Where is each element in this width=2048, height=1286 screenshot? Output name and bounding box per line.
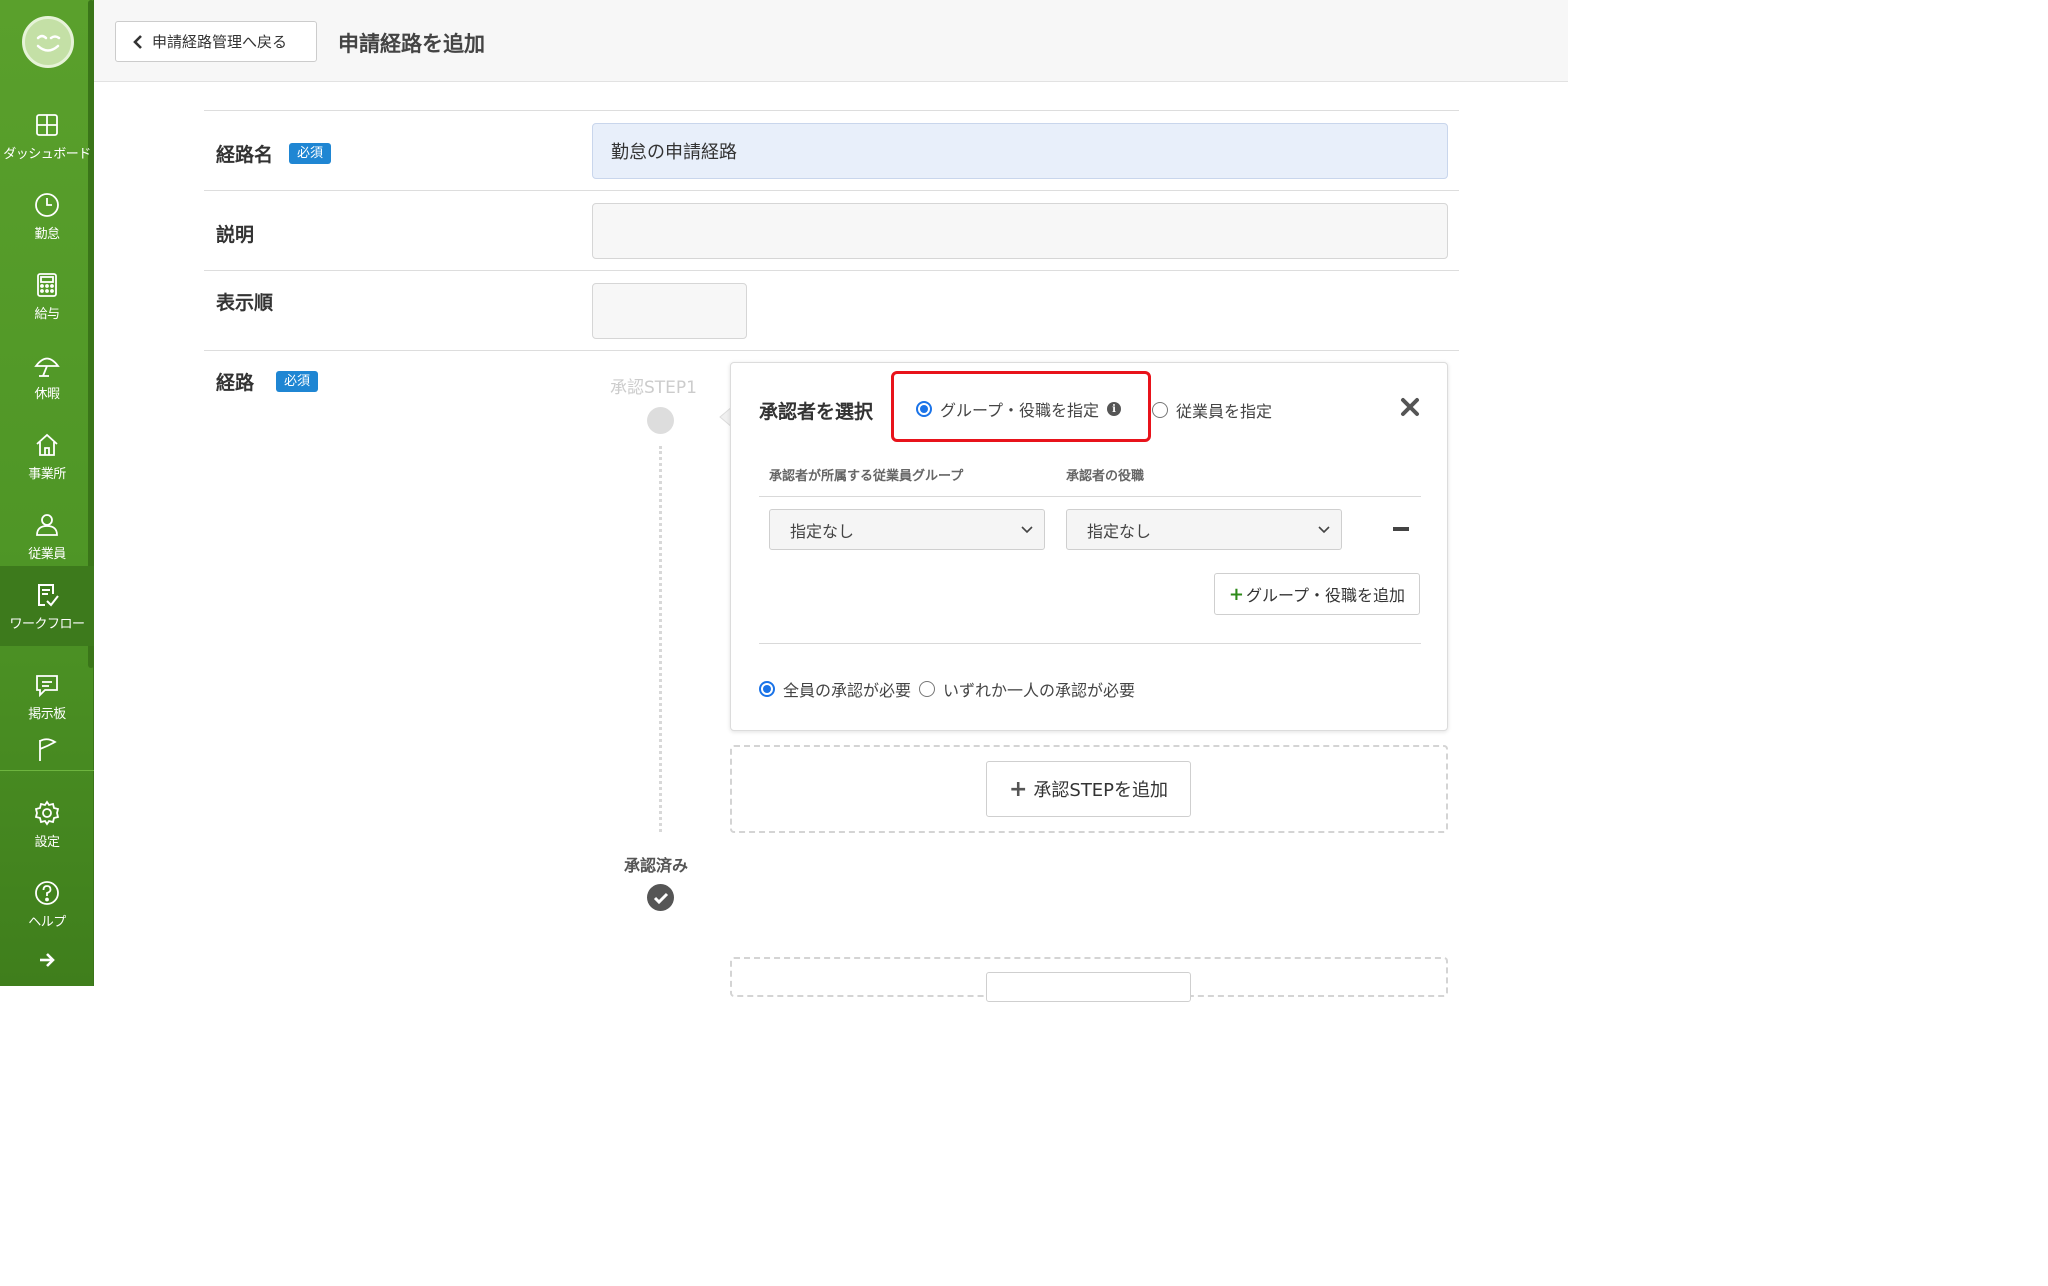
divider — [204, 110, 1459, 111]
required-badge: 必須 — [276, 371, 319, 392]
radio-approval-any[interactable]: いずれか一人の承認が必要 — [919, 677, 1135, 701]
sidebar-item-workflow[interactable]: ワークフロー — [0, 566, 94, 646]
step-connector — [659, 446, 662, 832]
page-title: 申請経路を追加 — [338, 32, 485, 56]
column-header-group: 承認者が所属する従業員グループ — [769, 469, 964, 484]
approver-card: 承認者を選択 グループ・役職を指定 i 従業員を指定 承認者が所属する従業員グル… — [730, 362, 1448, 731]
add-step-label: 承認STEPを追加 — [1033, 780, 1169, 801]
radio-indicator[interactable] — [916, 401, 932, 417]
radio-approval-all[interactable]: 全員の承認が必要 — [759, 677, 911, 701]
home-icon — [36, 433, 58, 456]
chevron-down-icon — [1021, 526, 1033, 534]
umbrella-icon — [34, 357, 60, 377]
display-order-input[interactable] — [592, 283, 747, 339]
group-select[interactable]: 指定なし — [769, 509, 1045, 550]
plus-icon: + — [1228, 583, 1245, 605]
sidebar-item-employees[interactable]: 従業員 — [0, 496, 94, 576]
group-select-value: 指定なし — [790, 521, 855, 541]
info-icon[interactable]: i — [1107, 402, 1122, 416]
description-label: 説明 — [216, 224, 255, 246]
arrow-right-icon — [40, 953, 55, 967]
dashboard-icon — [36, 113, 58, 136]
remove-row-button[interactable] — [1393, 527, 1409, 531]
next-step-button[interactable] — [986, 972, 1191, 1002]
divider — [759, 496, 1421, 497]
role-select-value: 指定なし — [1087, 521, 1152, 541]
person-icon — [36, 513, 58, 536]
route-label: 経路 — [216, 372, 255, 394]
radio-indicator[interactable] — [919, 681, 935, 697]
back-button[interactable]: 申請経路管理へ戻る — [115, 21, 317, 62]
help-icon — [35, 880, 59, 905]
approved-check-icon — [647, 884, 674, 911]
display-order-label: 表示順 — [216, 292, 274, 314]
divider — [759, 643, 1421, 644]
sidebar-item-label: ダッシュボード — [3, 146, 91, 162]
description-input[interactable] — [592, 203, 1448, 259]
sidebar-item-label: 休暇 — [34, 386, 60, 402]
radio-employee-label: 従業員を指定 — [1176, 402, 1273, 421]
radio-indicator[interactable] — [759, 681, 775, 697]
chat-icon — [36, 674, 58, 697]
calculator-icon — [37, 272, 57, 297]
page-header: 申請経路管理へ戻る 申請経路を追加 — [94, 0, 1568, 82]
back-button-label: 申請経路管理へ戻る — [152, 33, 288, 51]
chevron-down-icon — [1318, 526, 1330, 534]
sidebar-divider — [0, 770, 94, 771]
divider — [204, 190, 1459, 191]
sidebar-item-label: ワークフロー — [9, 616, 85, 632]
sidebar-item-label: 従業員 — [28, 546, 66, 562]
plus-icon: + — [1008, 776, 1028, 802]
route-name-label: 経路名 — [216, 144, 274, 166]
sidebar-item-payroll[interactable]: 給与 — [0, 256, 94, 336]
expand-sidebar-button[interactable] — [0, 940, 94, 980]
sidebar-item-office[interactable]: 事業所 — [0, 416, 94, 496]
add-group-role-label: グループ・役職を追加 — [1246, 586, 1406, 605]
radio-group-role[interactable]: グループ・役職を指定 i — [916, 397, 1122, 421]
sidebar: ダッシュボード 勤怠 給与 休暇 事業所 従業員 ワークフロー 掲示板 設定 ヘ… — [0, 0, 94, 986]
sidebar-item-leave[interactable]: 休暇 — [0, 336, 94, 416]
sidebar-item-label: 事業所 — [28, 466, 66, 482]
workflow-icon — [38, 583, 59, 607]
divider — [204, 350, 1459, 351]
sidebar-item-flag[interactable] — [0, 722, 94, 782]
clock-icon — [35, 192, 59, 217]
add-group-role-button[interactable]: + グループ・役職を追加 — [1214, 573, 1420, 615]
sidebar-item-label: 掲示板 — [28, 706, 66, 722]
radio-approval-any-label: いずれか一人の承認が必要 — [943, 681, 1136, 700]
chevron-left-icon — [133, 34, 142, 49]
sidebar-item-label: 給与 — [34, 306, 60, 322]
sidebar-item-label: 設定 — [34, 834, 60, 850]
radio-approval-all-label: 全員の承認が必要 — [783, 681, 912, 700]
step-dot — [647, 407, 674, 434]
sidebar-item-help[interactable]: ヘルプ — [0, 864, 94, 944]
approved-label: 承認済み — [624, 856, 689, 875]
step-label: 承認STEP1 — [610, 378, 697, 398]
radio-group-role-label: グループ・役職を指定 — [940, 401, 1100, 420]
flag-icon — [39, 738, 57, 761]
sidebar-item-dashboard[interactable]: ダッシュボード — [0, 96, 94, 176]
close-icon[interactable] — [1399, 396, 1421, 418]
divider — [204, 270, 1459, 271]
app-logo[interactable] — [22, 16, 74, 68]
add-step-button[interactable]: + 承認STEPを追加 — [986, 761, 1191, 817]
role-select[interactable]: 指定なし — [1066, 509, 1342, 550]
radio-employee[interactable]: 従業員を指定 — [1152, 398, 1272, 422]
approver-card-title: 承認者を選択 — [759, 401, 874, 423]
sidebar-item-label: 勤怠 — [34, 226, 60, 242]
required-badge: 必須 — [289, 143, 332, 164]
gear-icon — [34, 799, 60, 826]
column-header-role: 承認者の役職 — [1066, 469, 1145, 484]
radio-indicator[interactable] — [1152, 402, 1168, 418]
route-name-input[interactable]: 勤怠の申請経路 — [592, 123, 1448, 179]
sidebar-item-settings[interactable]: 設定 — [0, 784, 94, 864]
sidebar-item-attendance[interactable]: 勤怠 — [0, 176, 94, 256]
sidebar-item-label: ヘルプ — [28, 914, 66, 930]
